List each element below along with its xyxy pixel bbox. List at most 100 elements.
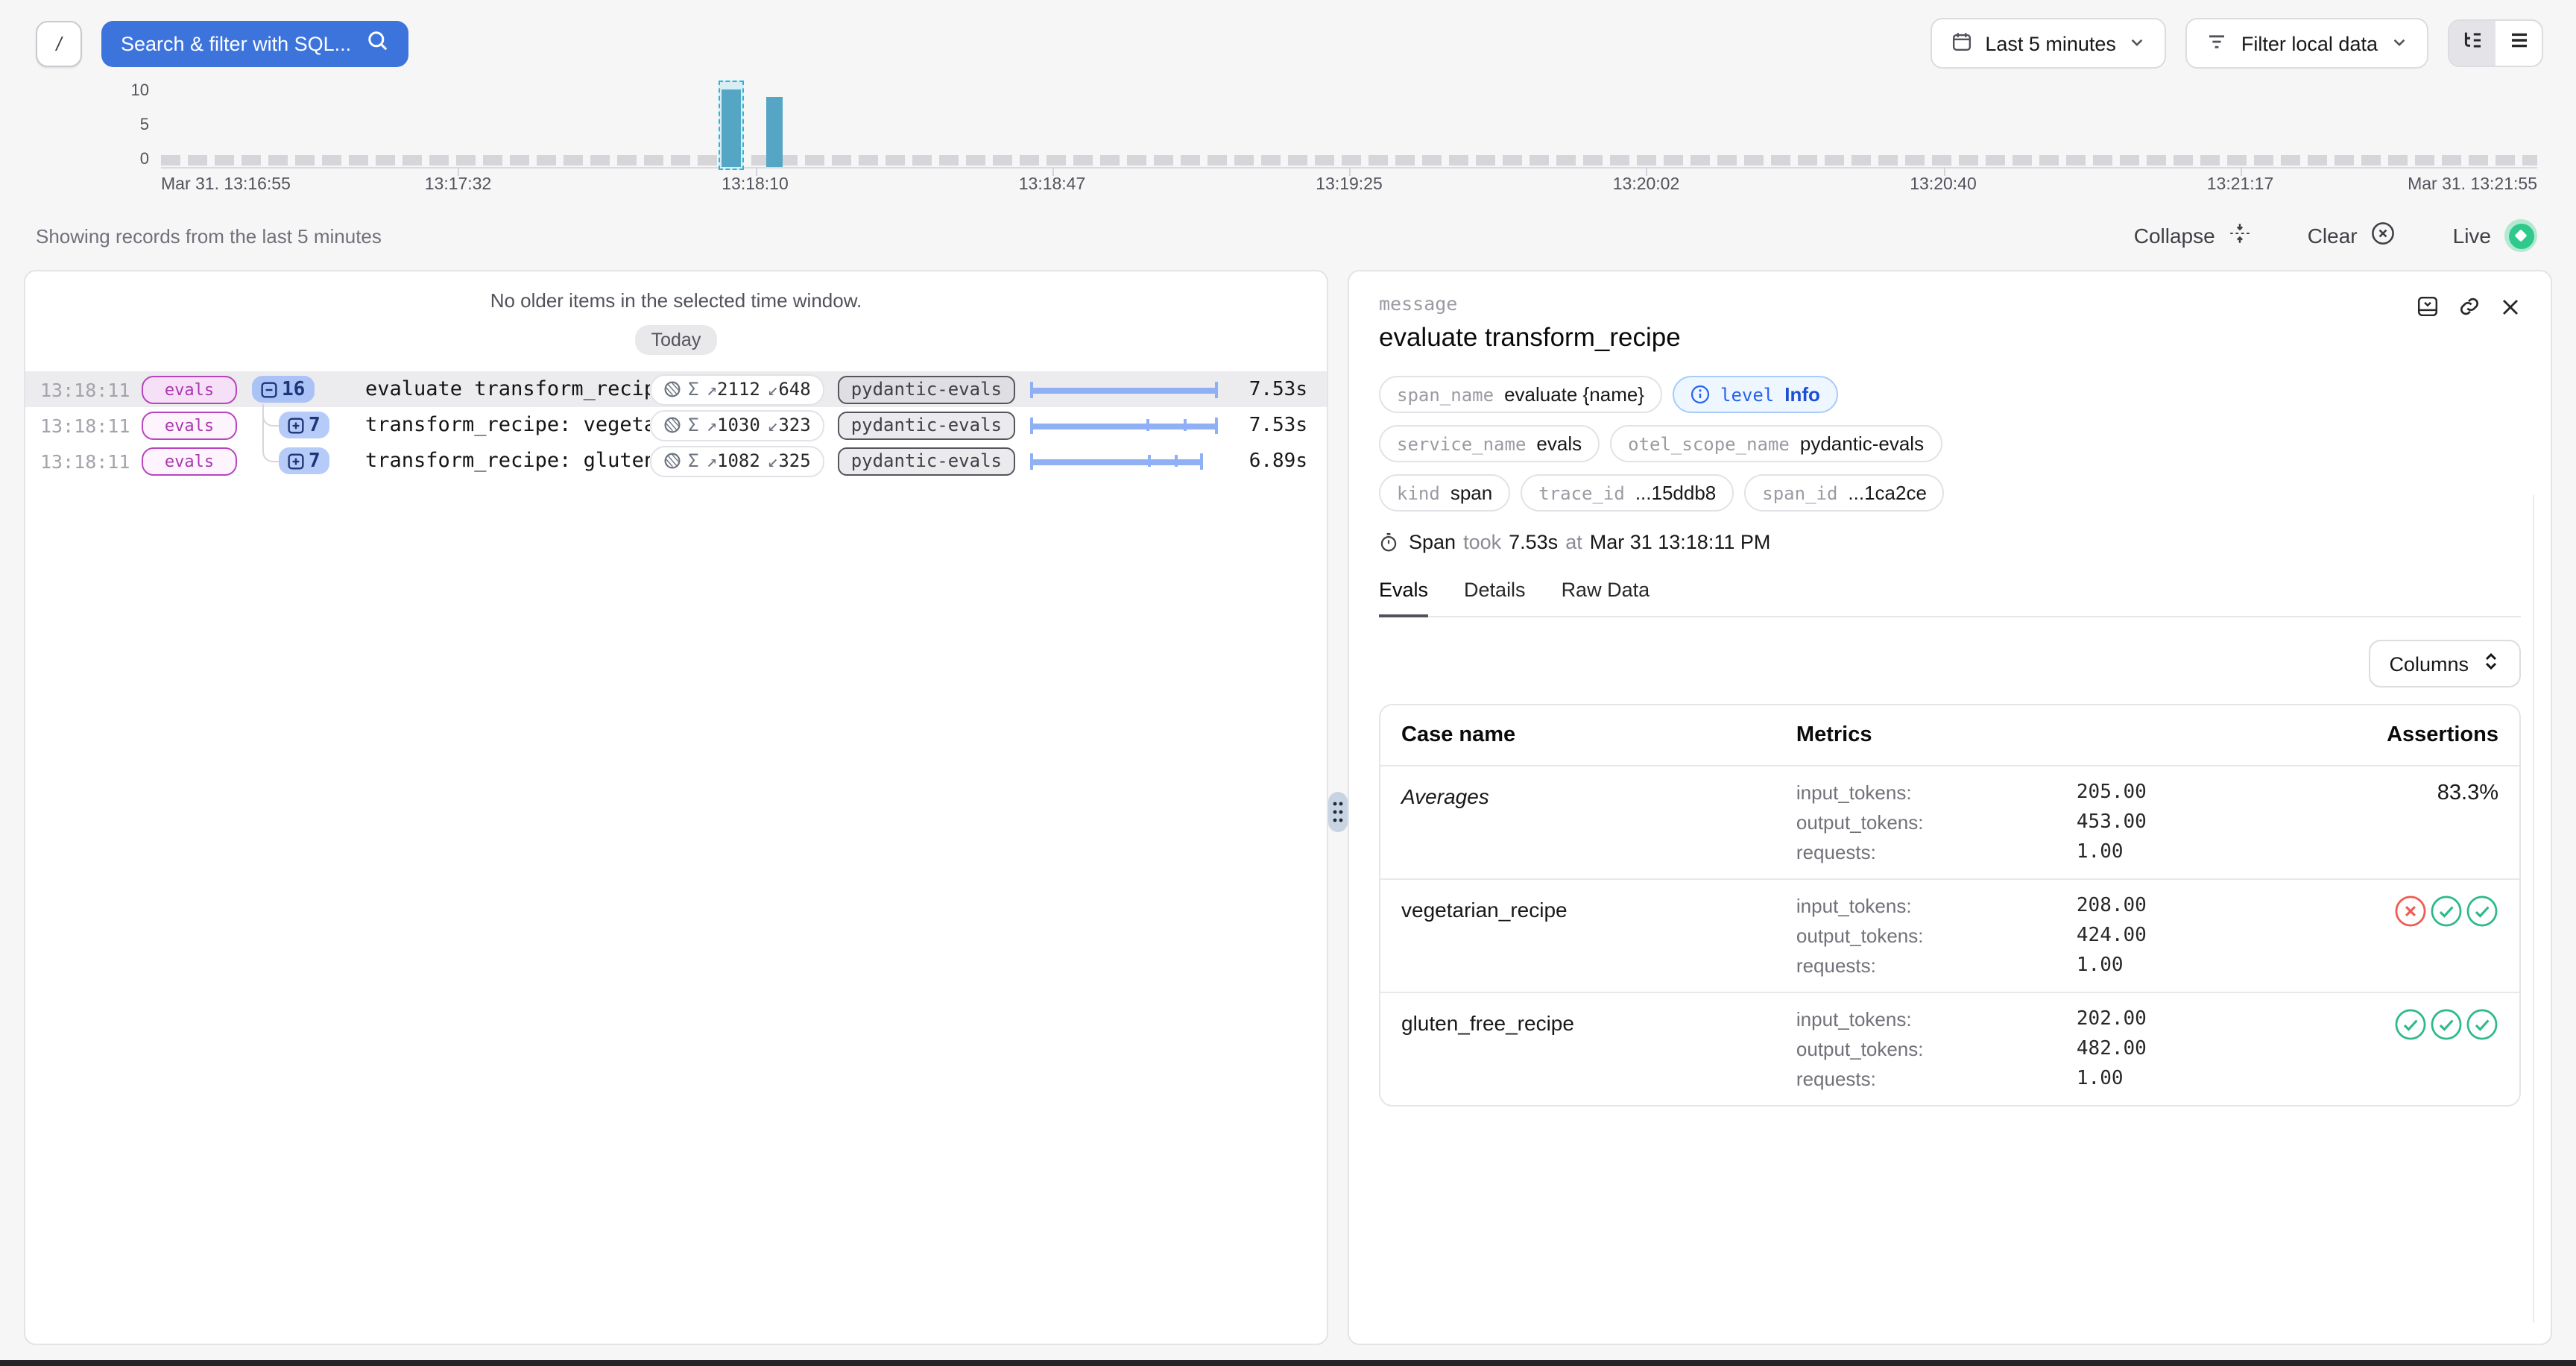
assertion-pass-icon [2394,1008,2427,1041]
span-detail-panel: message [1348,270,2552,1345]
metric-label: requests: [1796,954,2077,977]
live-label: Live [2453,224,2491,248]
metric-value: 1.00 [2077,841,2302,863]
attribute-pill-trace_id[interactable]: trace_id...15ddb8 [1521,474,1734,512]
expand-children-badge[interactable]: 7 [279,447,329,474]
info-icon [1690,385,1710,404]
metric-label: input_tokens: [1796,781,2077,804]
timeline-baseline-dashes [161,155,2537,166]
arrow-up-right-icon: ↗ [707,450,717,471]
trace-list-panel: No older items in the selected time wind… [24,270,1328,1345]
link-icon[interactable] [2458,295,2481,318]
tree-view-toggle[interactable] [2449,21,2496,66]
trace-row[interactable]: 13:18:11 evals 7 transform_recipe: glute… [25,443,1327,479]
collapse-children-badge[interactable]: 16 [252,376,314,403]
scrollbar-track[interactable] [2533,495,2534,1323]
filter-icon [2207,31,2228,56]
search-button[interactable]: Search & filter with SQL... [101,20,408,66]
app-window: / Search & filter with SQL... Last 5 min… [0,0,2576,1366]
collapse-button[interactable]: Collapse [2134,222,2251,249]
attribute-pill-service_name[interactable]: service_nameevals [1379,425,1600,462]
assertions-cell [2302,895,2498,977]
search-button-label: Search & filter with SQL... [121,32,351,54]
time-range-dropdown[interactable]: Last 5 minutes [1930,18,2167,69]
duration-bar [1030,380,1218,399]
scope-tag[interactable]: pydantic-evals [838,411,1015,439]
trace-row[interactable]: 13:18:11 evals 16 evaluate transform_rec… [25,371,1327,407]
slash-shortcut-key[interactable]: / [36,20,82,66]
metric-label: output_tokens: [1796,925,2077,947]
close-icon[interactable] [2500,296,2521,317]
duration-text: 7.53s [1218,414,1327,436]
metric-label: output_tokens: [1796,811,2077,834]
live-toggle[interactable]: Live [2453,219,2537,252]
timeline-chart: 0510 Mar 31. 13:16:5513:17:3213:18:1013:… [36,86,2537,203]
empty-notice-text: No older items in the selected time wind… [25,289,1327,312]
attribute-pill-level[interactable]: levelInfo [1673,376,1838,413]
metric-value: 1.00 [2077,954,2302,977]
main-area: No older items in the selected time wind… [24,270,2552,1345]
attribute-pill-span_id[interactable]: span_id...1ca2ce [1744,474,1945,512]
x-axis-tick [458,167,460,176]
metric-value: 424.00 [2077,925,2302,947]
x-axis-tick-label: 13:18:10 [722,176,789,194]
scope-tag[interactable]: pydantic-evals [838,447,1015,475]
attribute-key: kind [1397,482,1440,503]
metrics-cell: input_tokens:205.00output_tokens:453.00r… [1796,781,2302,863]
attribute-pill-span_name[interactable]: span_nameevaluate {name} [1379,376,1662,413]
metric-value: 482.00 [2077,1038,2302,1060]
filter-local-data-dropdown[interactable]: Filter local data [2186,18,2428,69]
duration-bar [1030,451,1218,470]
metric-value: 205.00 [2077,781,2302,804]
timeline-bar-selected[interactable] [719,81,744,170]
sigma-icon: Σ [688,450,698,471]
trace-row[interactable]: 13:18:11 evals 7 transform_recipe: veget… [25,407,1327,443]
evals-table-header: Case name Metrics Assertions [1380,705,2519,765]
attribute-value: Info [1784,383,1820,406]
assertions-cell [2302,1008,2498,1090]
x-axis-tick [1647,167,1648,176]
header-case-name: Case name [1401,723,1796,747]
metric-value: 208.00 [2077,895,2302,917]
x-axis-tick [2241,167,2242,176]
list-view-toggle[interactable] [2496,21,2542,66]
columns-button[interactable]: Columns [2368,640,2521,687]
expand-children-badge[interactable]: 7 [279,412,329,438]
x-axis-tick-label: Mar 31. 13:16:55 [161,176,291,194]
tab-evals[interactable]: Evals [1379,579,1428,617]
today-pill[interactable]: Today [635,325,718,355]
evals-badge[interactable]: evals [142,411,237,439]
scope-tag[interactable]: pydantic-evals [838,375,1015,403]
metric-label: input_tokens: [1796,1008,2077,1030]
attribute-value: evals [1536,432,1582,455]
arrow-down-left-icon: ↙ [768,379,778,400]
evals-badge[interactable]: evals [142,375,237,403]
list-icon [2508,29,2529,57]
view-mode-toggle [2448,19,2543,67]
dock-panel-icon[interactable] [2416,295,2439,318]
columns-button-label: Columns [2389,652,2469,675]
token-usage-chip: Σ ↗2112 ↙648 [649,374,824,405]
evals-badge[interactable]: evals [142,447,237,475]
search-icon [366,30,388,57]
divider-drag-handle[interactable] [1328,792,1348,832]
assertion-pass-icon [2466,895,2498,928]
span-word: Span [1409,531,1456,553]
tab-raw-data[interactable]: Raw Data [1562,579,1650,617]
assertion-pass-icon [2466,1008,2498,1041]
attribute-pill-kind[interactable]: kind span [1379,474,1510,512]
clear-button[interactable]: Clear [2308,221,2396,251]
duration-bar [1030,415,1218,435]
attribute-value: span [1450,482,1492,504]
attribute-pill-otel_scope_name[interactable]: otel_scope_namepydantic-evals [1610,425,1942,462]
header-assertions: Assertions [2302,723,2498,747]
coin-icon [663,416,681,434]
chevron-down-icon [2391,32,2408,54]
metric-value: 202.00 [2077,1008,2302,1030]
arrow-down-left-icon: ↙ [768,450,778,471]
timeline-bar[interactable] [767,97,783,167]
attribute-key: span_name [1397,384,1494,405]
window-bottom-edge [0,1360,2576,1366]
coin-icon [663,380,681,398]
tab-details[interactable]: Details [1464,579,1526,617]
